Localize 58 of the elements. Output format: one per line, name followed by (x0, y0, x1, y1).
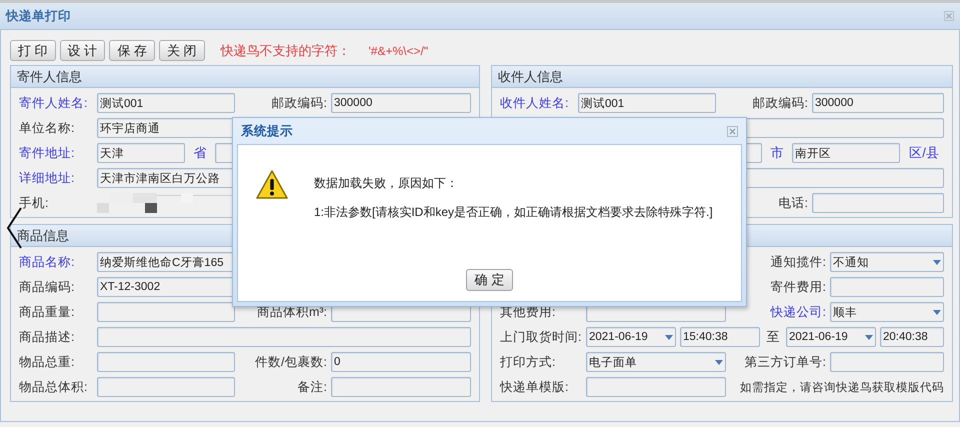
field-label: 邮政编码: (752, 94, 808, 112)
dialog-title: 系统提示 (241, 122, 293, 140)
dropdown[interactable]: 顺丰 (830, 302, 944, 322)
field-label: 商品重量: (19, 304, 76, 320)
panel-title: 收件人信息 (498, 68, 563, 86)
field-label: 详细地址: (19, 170, 76, 186)
field-label: 邮政编码: (270, 94, 327, 112)
unit-label: 省 (192, 144, 208, 162)
forbidden-characters: '#&+%\<>/" (368, 44, 428, 58)
field-label: 件数/包裹数: (254, 354, 327, 370)
dialog-message: 数据加载失败，原因如下： (314, 175, 459, 192)
field-label: 寄件地址: (19, 144, 76, 162)
ok-button[interactable]: 确 定 (466, 269, 514, 291)
text-field[interactable]: 测试001 (578, 93, 716, 113)
field-label: 手机: (19, 194, 50, 212)
field-label: 商品描述: (19, 328, 76, 346)
text-field[interactable]: 15:40:38 (680, 327, 760, 347)
field-label: 电话: (778, 194, 808, 212)
toolbar-button[interactable]: 关 闭 (158, 40, 204, 61)
field-label: 物品总体积: (19, 378, 88, 396)
unit-label: 至 (766, 328, 780, 346)
field-label: 收件人姓名: (500, 94, 570, 112)
panel-title: 寄件人信息 (17, 68, 82, 86)
dropdown[interactable]: 2021-06-19 (786, 327, 876, 347)
field-label: 通知揽件: (770, 254, 826, 270)
window-title: 快递单打印 (6, 8, 71, 24)
field-label: 上门取货时间: (500, 328, 582, 346)
field-label: 寄件费用: (770, 278, 826, 296)
text-field[interactable]: 300000 (812, 93, 944, 113)
text-field[interactable]: XT-12-3002 (97, 277, 235, 297)
panel-title: 商品信息 (17, 226, 69, 244)
dropdown[interactable]: 不通知 (830, 252, 944, 272)
dialog-detail: 1:非法参数[请核实ID和key是否正确，如正确请根据文档要求去除特殊字符.] (314, 204, 713, 221)
text-field[interactable]: 南开区 (792, 143, 900, 163)
warning-text: 快递鸟不支持的字符： (220, 42, 350, 60)
field-label: 打印方式: (500, 354, 556, 370)
toolbar-button[interactable]: 设 计 (60, 40, 106, 61)
field-label: 寄件人姓名: (19, 94, 88, 112)
field-label: 单位名称: (19, 120, 76, 136)
field-label: 第三方订单号: (744, 354, 826, 370)
field-label: 备注: (296, 378, 327, 396)
unit-label: 市 (770, 144, 784, 162)
text-field[interactable]: 测试001 (97, 93, 235, 113)
field-label: 快递单模版: (500, 378, 570, 396)
toolbar-button[interactable]: 打 印 (10, 40, 56, 61)
field-label: 快递公司: (769, 304, 826, 320)
hint-text: 如需指定，请咨询快递鸟获取模版代码 (739, 380, 944, 394)
field-label: 物品总重: (19, 354, 76, 370)
field-label: 商品名称: (19, 254, 76, 270)
field-label: 商品编码: (19, 278, 76, 296)
dropdown[interactable]: 2021-06-19 (586, 327, 676, 347)
text-field[interactable]: 20:40:38 (880, 327, 944, 347)
dropdown[interactable]: 电子面单 (586, 352, 726, 372)
unit-label: 区/县 (908, 144, 940, 162)
text-field[interactable]: 300000 (331, 93, 471, 113)
text-field[interactable]: 天津 (97, 143, 185, 163)
toolbar-button[interactable]: 保 存 (109, 40, 155, 61)
text-field[interactable]: 0 (331, 352, 471, 372)
